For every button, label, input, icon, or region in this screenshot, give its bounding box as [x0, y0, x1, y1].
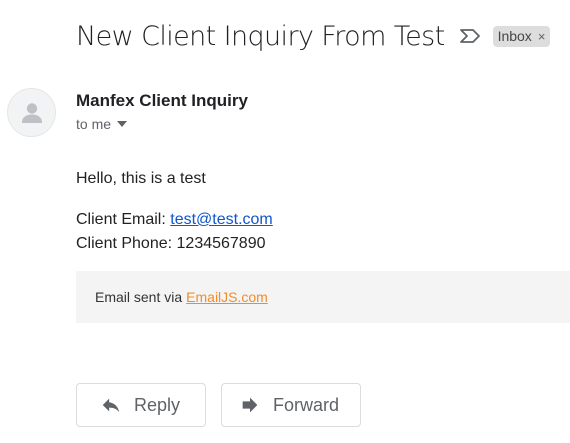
email-subject: New Client Inquiry From Test: [76, 20, 445, 52]
email-view: New Client Inquiry From Test Inbox × Man…: [0, 0, 570, 443]
email-body: Hello, this is a test Client Email: test…: [76, 167, 273, 256]
reply-button[interactable]: Reply: [76, 383, 206, 427]
forward-button[interactable]: Forward: [221, 383, 361, 427]
person-icon: [21, 102, 42, 123]
reply-label: Reply: [134, 394, 181, 415]
body-greeting: Hello, this is a test: [76, 170, 206, 187]
client-email-line: Client Email: test@test.com: [76, 208, 273, 232]
subject-row: New Client Inquiry From Test Inbox ×: [76, 18, 551, 54]
forward-arrow-icon: [242, 397, 258, 413]
chevron-down-icon: [117, 121, 128, 127]
email-footer: Email sent via EmailJS.com: [76, 271, 570, 323]
sender-avatar: [7, 88, 56, 137]
recipient-text: to me: [76, 116, 112, 132]
client-phone-line: Client Phone: 1234567890: [76, 232, 273, 256]
remove-label-icon[interactable]: ×: [538, 26, 546, 47]
reply-arrow-icon: [102, 398, 120, 413]
client-phone-label: Client Phone:: [76, 235, 173, 252]
client-email-label: Client Email:: [76, 211, 166, 228]
footer-text: Email sent via: [95, 289, 183, 305]
recipient-details-toggle[interactable]: to me: [76, 116, 128, 132]
importance-marker-icon[interactable]: [459, 28, 481, 44]
client-email-link[interactable]: test@test.com: [170, 211, 273, 228]
client-phone-value: 1234567890: [176, 235, 266, 252]
inbox-label-chip[interactable]: Inbox ×: [492, 25, 551, 47]
emailjs-link[interactable]: EmailJS.com: [186, 289, 268, 305]
inbox-label-text: Inbox: [497, 27, 532, 44]
sender-name[interactable]: Manfex Client Inquiry: [76, 91, 248, 111]
forward-label: Forward: [273, 394, 340, 415]
